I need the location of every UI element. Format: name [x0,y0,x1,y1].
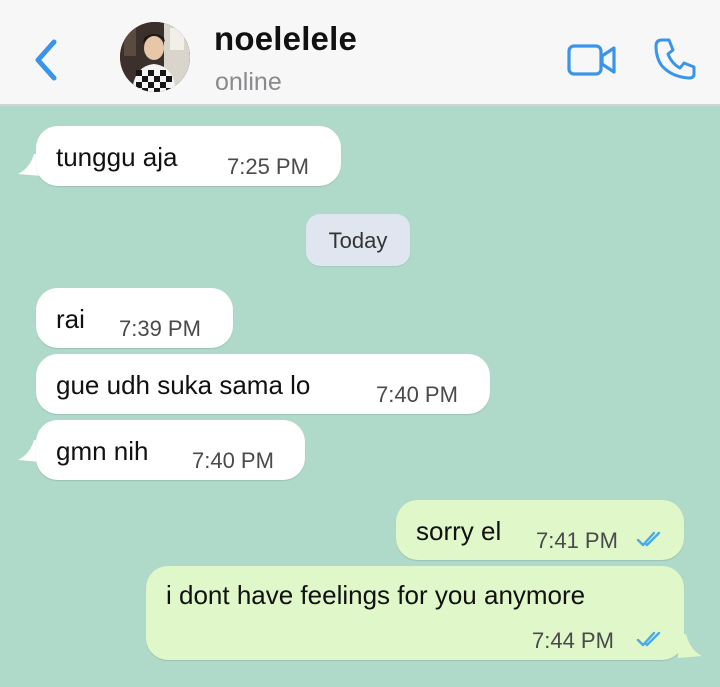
bubble-tail [678,634,702,658]
date-separator-label: Today [328,228,388,253]
message-bubble-outgoing[interactable]: i dont have feelings for you anymore 7:4… [146,566,684,660]
message-time: 7:44 PM [532,628,614,653]
message-time: 7:40 PM [376,382,458,407]
chat-header: noelelele online [0,0,720,106]
contact-name[interactable]: noelelele [214,20,357,58]
message-text: rai [56,304,85,334]
message-text: gue udh suka sama lo [56,370,311,400]
date-separator: Today [306,214,410,266]
message-bubble-incoming[interactable]: gue udh suka sama lo 7:40 PM [36,354,490,414]
message-text: i dont have feelings for you anymore [166,580,586,610]
message-text: sorry el [416,516,502,546]
message-bubble-incoming[interactable]: rai 7:39 PM [36,288,233,348]
avatar[interactable] [120,22,190,92]
message-text: tunggu aja [56,142,178,172]
message-time: 7:39 PM [119,316,201,341]
message-time: 7:25 PM [227,154,309,179]
double-check-icon [636,631,661,647]
message-bubble-incoming[interactable]: tunggu aja 7:25 PM [36,126,341,186]
message-text: gmn nih [56,436,149,466]
message-time: 7:41 PM [536,528,618,553]
message-time: 7:40 PM [192,448,274,473]
message-list[interactable]: tunggu aja 7:25 PM Today rai 7:39 PM gue… [0,106,720,687]
message-bubble-outgoing[interactable]: sorry el 7:41 PM [396,500,684,560]
contact-status: online [215,68,282,96]
message-bubble-incoming[interactable]: gmn nih 7:40 PM [36,420,305,480]
chevron-left-icon[interactable] [30,36,64,84]
video-call-icon[interactable] [566,40,618,80]
voice-call-icon[interactable] [652,36,698,82]
double-check-icon [636,531,661,547]
